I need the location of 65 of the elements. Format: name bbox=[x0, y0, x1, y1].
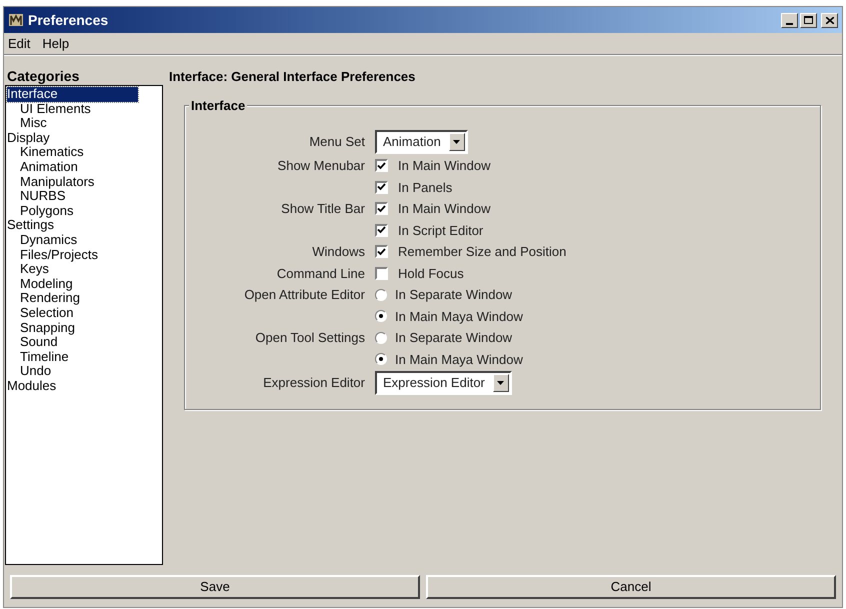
dropdown[interactable]: Animation bbox=[375, 130, 468, 154]
category-item[interactable]: Rendering bbox=[20, 291, 80, 306]
dropdown[interactable]: Expression Editor bbox=[375, 371, 512, 395]
category-item[interactable]: Kinematics bbox=[20, 145, 84, 160]
checkbox-label: Remember Size and Position bbox=[398, 243, 566, 261]
field-label: Show Menubar bbox=[278, 158, 365, 173]
checkbox[interactable] bbox=[375, 202, 388, 216]
radio-button[interactable] bbox=[375, 332, 387, 344]
category-item[interactable]: UI Elements bbox=[20, 102, 91, 116]
category-item[interactable]: Animation bbox=[20, 160, 78, 175]
category-item[interactable]: Misc bbox=[20, 116, 47, 131]
category-item[interactable]: Sound bbox=[20, 335, 58, 350]
category-item[interactable]: Modules bbox=[7, 378, 56, 394]
menu-item[interactable]: Edit bbox=[8, 34, 30, 54]
category-item[interactable]: Dynamics bbox=[20, 232, 78, 248]
checkbox[interactable] bbox=[375, 266, 388, 280]
radio-button[interactable] bbox=[375, 288, 387, 301]
checkbox-label: In Main Window bbox=[398, 157, 490, 175]
dropdown-arrow-icon bbox=[453, 140, 460, 144]
window-title: Preferences bbox=[28, 10, 108, 30]
field-label: Menu Set bbox=[309, 134, 365, 150]
category-item[interactable]: Display bbox=[7, 130, 50, 146]
close-icon bbox=[826, 16, 834, 24]
checkbox-label: Hold Focus bbox=[398, 264, 464, 282]
category-item[interactable]: Undo bbox=[20, 364, 52, 379]
category-item[interactable]: Timeline bbox=[20, 350, 69, 364]
save-button[interactable]: Save bbox=[10, 575, 420, 599]
category-item[interactable]: Polygons bbox=[20, 204, 74, 218]
checkbox[interactable] bbox=[375, 180, 388, 194]
categories-heading: Categories bbox=[6, 68, 80, 85]
category-item[interactable]: Keys bbox=[20, 262, 49, 277]
field-label: Windows bbox=[312, 244, 365, 259]
app-logo-icon bbox=[8, 12, 24, 28]
radio-button[interactable] bbox=[375, 310, 387, 322]
radio-label: In Main Maya Window bbox=[395, 350, 523, 369]
field-label: Command Line bbox=[276, 266, 365, 280]
checkbox[interactable] bbox=[375, 224, 388, 237]
category-item[interactable]: Snapping bbox=[20, 320, 75, 336]
category-item[interactable]: NURBS bbox=[20, 189, 66, 204]
radio-label: In Separate Window bbox=[395, 329, 512, 347]
checkbox[interactable] bbox=[375, 159, 388, 172]
field-label: Expression Editor bbox=[263, 375, 365, 390]
checkbox-label: In Main Window bbox=[398, 200, 490, 218]
category-item[interactable]: Settings bbox=[7, 218, 54, 233]
field-label: Show Title Bar bbox=[281, 201, 365, 216]
menu-item[interactable]: Help bbox=[42, 34, 70, 54]
checkbox[interactable] bbox=[375, 245, 388, 258]
maximize-button[interactable] bbox=[800, 12, 817, 28]
field-label: Open Attribute Editor bbox=[244, 287, 365, 302]
radio-button[interactable] bbox=[375, 353, 387, 366]
radio-label: In Separate Window bbox=[395, 286, 512, 304]
category-item[interactable]: Modeling bbox=[20, 276, 73, 292]
category-item[interactable]: Manipulators bbox=[20, 174, 94, 190]
cancel-button[interactable]: Cancel bbox=[426, 575, 836, 599]
dropdown-arrow-icon bbox=[497, 381, 504, 385]
category-item[interactable]: Interface bbox=[7, 87, 138, 102]
checkbox-label: In Script Editor bbox=[398, 222, 484, 240]
field-label: Open Tool Settings bbox=[255, 330, 365, 345]
checkbox-label: In Panels bbox=[398, 178, 452, 196]
close-button[interactable] bbox=[821, 12, 838, 28]
minimize-button[interactable] bbox=[781, 12, 798, 28]
radio-label: In Main Maya Window bbox=[395, 308, 523, 326]
panel-title: Interface: General Interface Preferences bbox=[169, 68, 416, 85]
category-item[interactable]: Files/Projects bbox=[20, 248, 98, 262]
category-item[interactable]: Selection bbox=[20, 306, 74, 320]
